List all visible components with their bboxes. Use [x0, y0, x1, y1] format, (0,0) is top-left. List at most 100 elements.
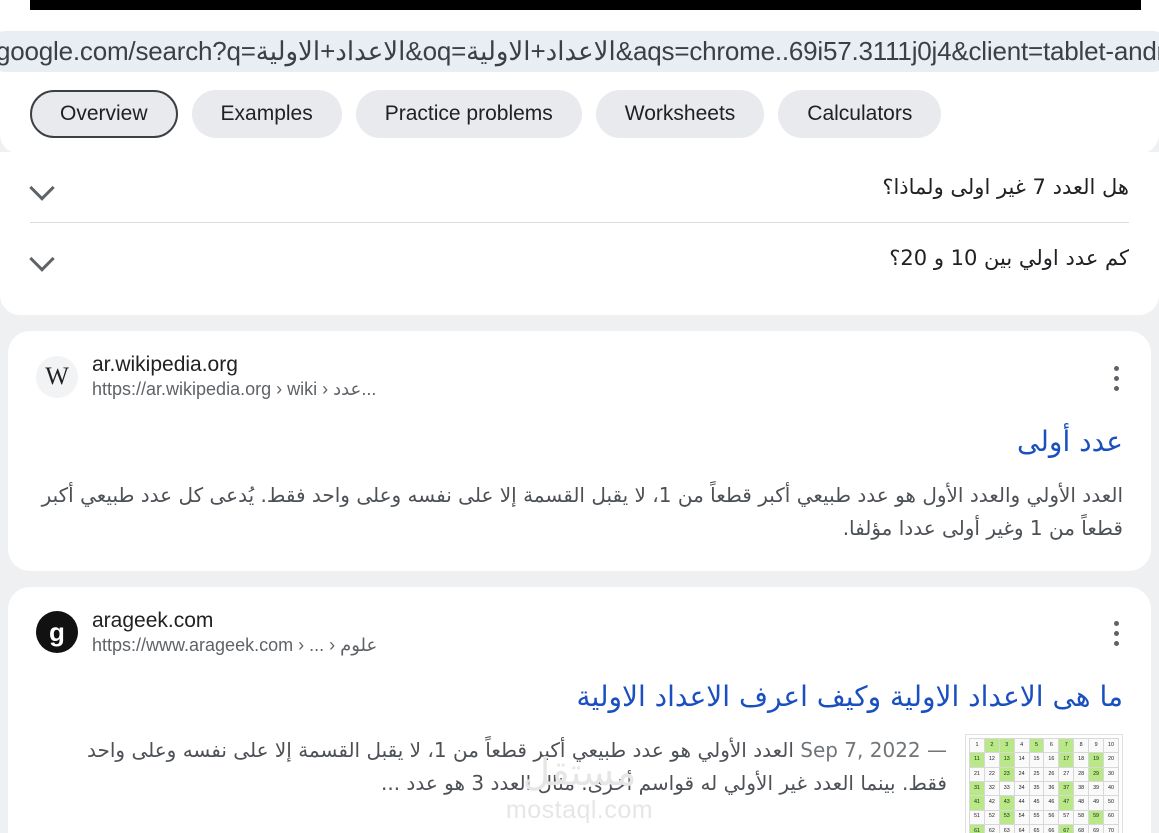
sieve-cell: 26: [1043, 766, 1060, 782]
sieve-cell: 49: [1088, 795, 1105, 811]
kebab-dot: [1113, 385, 1119, 391]
sieve-cell: 56: [1043, 809, 1060, 825]
filter-chips-card: Overview Examples Practice problems Work…: [0, 72, 1159, 154]
sieve-cell: 52: [983, 809, 1000, 825]
search-result-wikipedia[interactable]: W ar.wikipedia.org https://ar.wikipedia.…: [8, 331, 1151, 571]
faq-item-0[interactable]: هل العدد 7 غير اولى ولماذا؟: [0, 152, 1159, 222]
sieve-cell: 64: [1013, 823, 1030, 833]
result-breadcrumb: https://ar.wikipedia.org › wiki › عدد...: [92, 379, 377, 400]
sieve-cell: 9: [1088, 738, 1105, 754]
sieve-cell: 10: [1103, 738, 1119, 754]
kebab-dot: [1113, 621, 1119, 627]
sieve-cell: 14: [1013, 752, 1030, 768]
sieve-cell: 32: [983, 780, 1000, 797]
chip-worksheets[interactable]: Worksheets: [595, 90, 765, 138]
sieve-row: 21 22 23 24 25 26 27 28 29 30: [969, 766, 1119, 782]
sieve-cell: 25: [1028, 766, 1045, 782]
faq-item-1-question: كم عدد اولي بين 10 و 20؟: [889, 246, 1129, 270]
favicon-glyph: g: [49, 616, 65, 647]
sieve-cell: 8: [1073, 738, 1090, 754]
sieve-cell: 3: [998, 738, 1015, 754]
sieve-cell: 12: [983, 752, 1000, 768]
chip-examples-label: Examples: [220, 102, 313, 125]
people-also-ask-card: هل العدد 7 غير اولى ولماذا؟ كم عدد اولي …: [0, 152, 1159, 315]
sieve-cell: 27: [1058, 766, 1075, 782]
sieve-cell: 51: [969, 809, 985, 825]
sieve-cell: 48: [1073, 795, 1090, 811]
sieve-cell: 63: [998, 823, 1015, 833]
chevron-down-icon[interactable]: [30, 245, 56, 271]
sieve-cell: 31: [969, 780, 985, 797]
sieve-cell: 19: [1088, 752, 1105, 768]
address-bar[interactable]: google.com/search?q=الاعداد+الاولية&oq=ا…: [0, 31, 1159, 72]
sieve-row: 51 52 53 54 55 56 57 58 59 60: [969, 809, 1119, 825]
result-breadcrumb: https://www.arageek.com › ... › علوم: [92, 634, 378, 655]
sieve-row: 61 62 63 64 65 66 67 68 69 70: [969, 823, 1119, 833]
result-snippet-column: Sep 7, 2022 — العدد الأولي هو عدد طبيعي …: [36, 734, 947, 800]
status-bar-right-notch: [1141, 0, 1159, 10]
sieve-cell: 53: [998, 809, 1015, 825]
sieve-cell: 35: [1028, 780, 1045, 797]
sieve-cell: 15: [1028, 752, 1045, 768]
sieve-cell: 36: [1043, 780, 1060, 797]
search-result-arageek[interactable]: g arageek.com https://www.arageek.com › …: [8, 586, 1151, 833]
chip-overview[interactable]: Overview: [30, 90, 178, 138]
result-title-link[interactable]: عدد أولى: [36, 423, 1123, 461]
result-snippet: Sep 7, 2022 — العدد الأولي هو عدد طبيعي …: [36, 734, 947, 800]
result-body: Sep 7, 2022 — العدد الأولي هو عدد طبيعي …: [36, 734, 1123, 833]
sieve-cell: 22: [983, 766, 1000, 782]
sieve-cell: 38: [1073, 780, 1090, 797]
sieve-cell: 24: [1013, 766, 1030, 782]
sieve-cell: 45: [1028, 795, 1045, 811]
sieve-cell: 41: [969, 795, 985, 811]
faq-item-1[interactable]: كم عدد اولي بين 10 و 20؟: [0, 223, 1159, 293]
result-site-meta: ar.wikipedia.org https://ar.wikipedia.or…: [92, 353, 376, 401]
result-header: W ar.wikipedia.org https://ar.wikipedia.…: [36, 353, 1123, 401]
sieve-cell: 44: [1013, 795, 1030, 811]
sieve-cell: 40: [1103, 780, 1119, 797]
sieve-cell: 17: [1058, 752, 1075, 768]
sieve-cell: 1: [969, 738, 985, 754]
sieve-cell: 23: [998, 766, 1015, 782]
prime-sieve-grid: 1 2 3 4 5 6 7 8 9 10 11 12 13 14 15 16 17 18 19 20 21 22 23 24 2…: [969, 738, 1119, 833]
sieve-cell: 47: [1058, 795, 1075, 811]
result-snippet-date: Sep 7, 2022 —: [800, 738, 947, 763]
sieve-cell: 5: [1028, 738, 1045, 754]
result-options-menu-icon[interactable]: [1103, 361, 1129, 395]
sieve-cell: 62: [983, 823, 1000, 833]
sieve-cell: 67: [1058, 823, 1075, 833]
result-site-name: ar.wikipedia.org: [92, 353, 238, 376]
status-bar-strip: [0, 0, 1159, 10]
result-site-meta: arageek.com https://www.arageek.com › ..…: [92, 609, 377, 657]
sieve-row: 31 32 33 34 35 36 37 38 39 40: [969, 780, 1119, 797]
arageek-favicon-icon: g: [36, 611, 78, 654]
sieve-cell: 68: [1073, 823, 1090, 833]
sieve-cell: 66: [1043, 823, 1060, 833]
sieve-cell: 43: [998, 795, 1015, 811]
chip-practice-problems[interactable]: Practice problems: [355, 90, 582, 138]
browser-toolbar: google.com/search?q=الاعداد+الاولية&oq=ا…: [0, 10, 1159, 72]
result-thumbnail-prime-sieve[interactable]: 1 2 3 4 5 6 7 8 9 10 11 12 13 14 15 16 17 18 19 20 21 22 23 24 2…: [965, 734, 1123, 833]
chevron-down-icon[interactable]: [30, 174, 56, 200]
result-title-link[interactable]: ما هى الاعداد الاولية وكيف اعرف الاعداد …: [36, 678, 1123, 716]
sieve-cell: 2: [983, 738, 1000, 754]
result-snippet: العدد الأولي والعدد الأول هو عدد طبيعي أ…: [41, 482, 1123, 540]
sieve-cell: 69: [1088, 823, 1105, 833]
sieve-cell: 7: [1058, 738, 1075, 754]
sieve-row: 1 2 3 4 5 6 7 8 9 10: [969, 738, 1119, 754]
sieve-cell: 57: [1058, 809, 1075, 825]
sieve-cell: 21: [969, 766, 985, 782]
search-results-page: Overview Examples Practice problems Work…: [0, 72, 1159, 833]
sieve-cell: 65: [1028, 823, 1045, 833]
filter-chips-row[interactable]: Overview Examples Practice problems Work…: [0, 90, 1159, 138]
chip-calculators[interactable]: Calculators: [778, 90, 942, 138]
address-bar-url-text: google.com/search?q=الاعداد+الاولية&oq=ا…: [0, 36, 1159, 66]
result-site-name: arageek.com: [92, 608, 214, 632]
sieve-cell: 29: [1088, 766, 1105, 782]
sieve-cell: 37: [1058, 780, 1075, 797]
sieve-cell: 60: [1103, 809, 1119, 825]
chip-examples[interactable]: Examples: [191, 90, 342, 138]
result-options-menu-icon[interactable]: [1103, 617, 1129, 651]
favicon-glyph: W: [45, 362, 69, 390]
sieve-cell: 58: [1073, 809, 1090, 825]
